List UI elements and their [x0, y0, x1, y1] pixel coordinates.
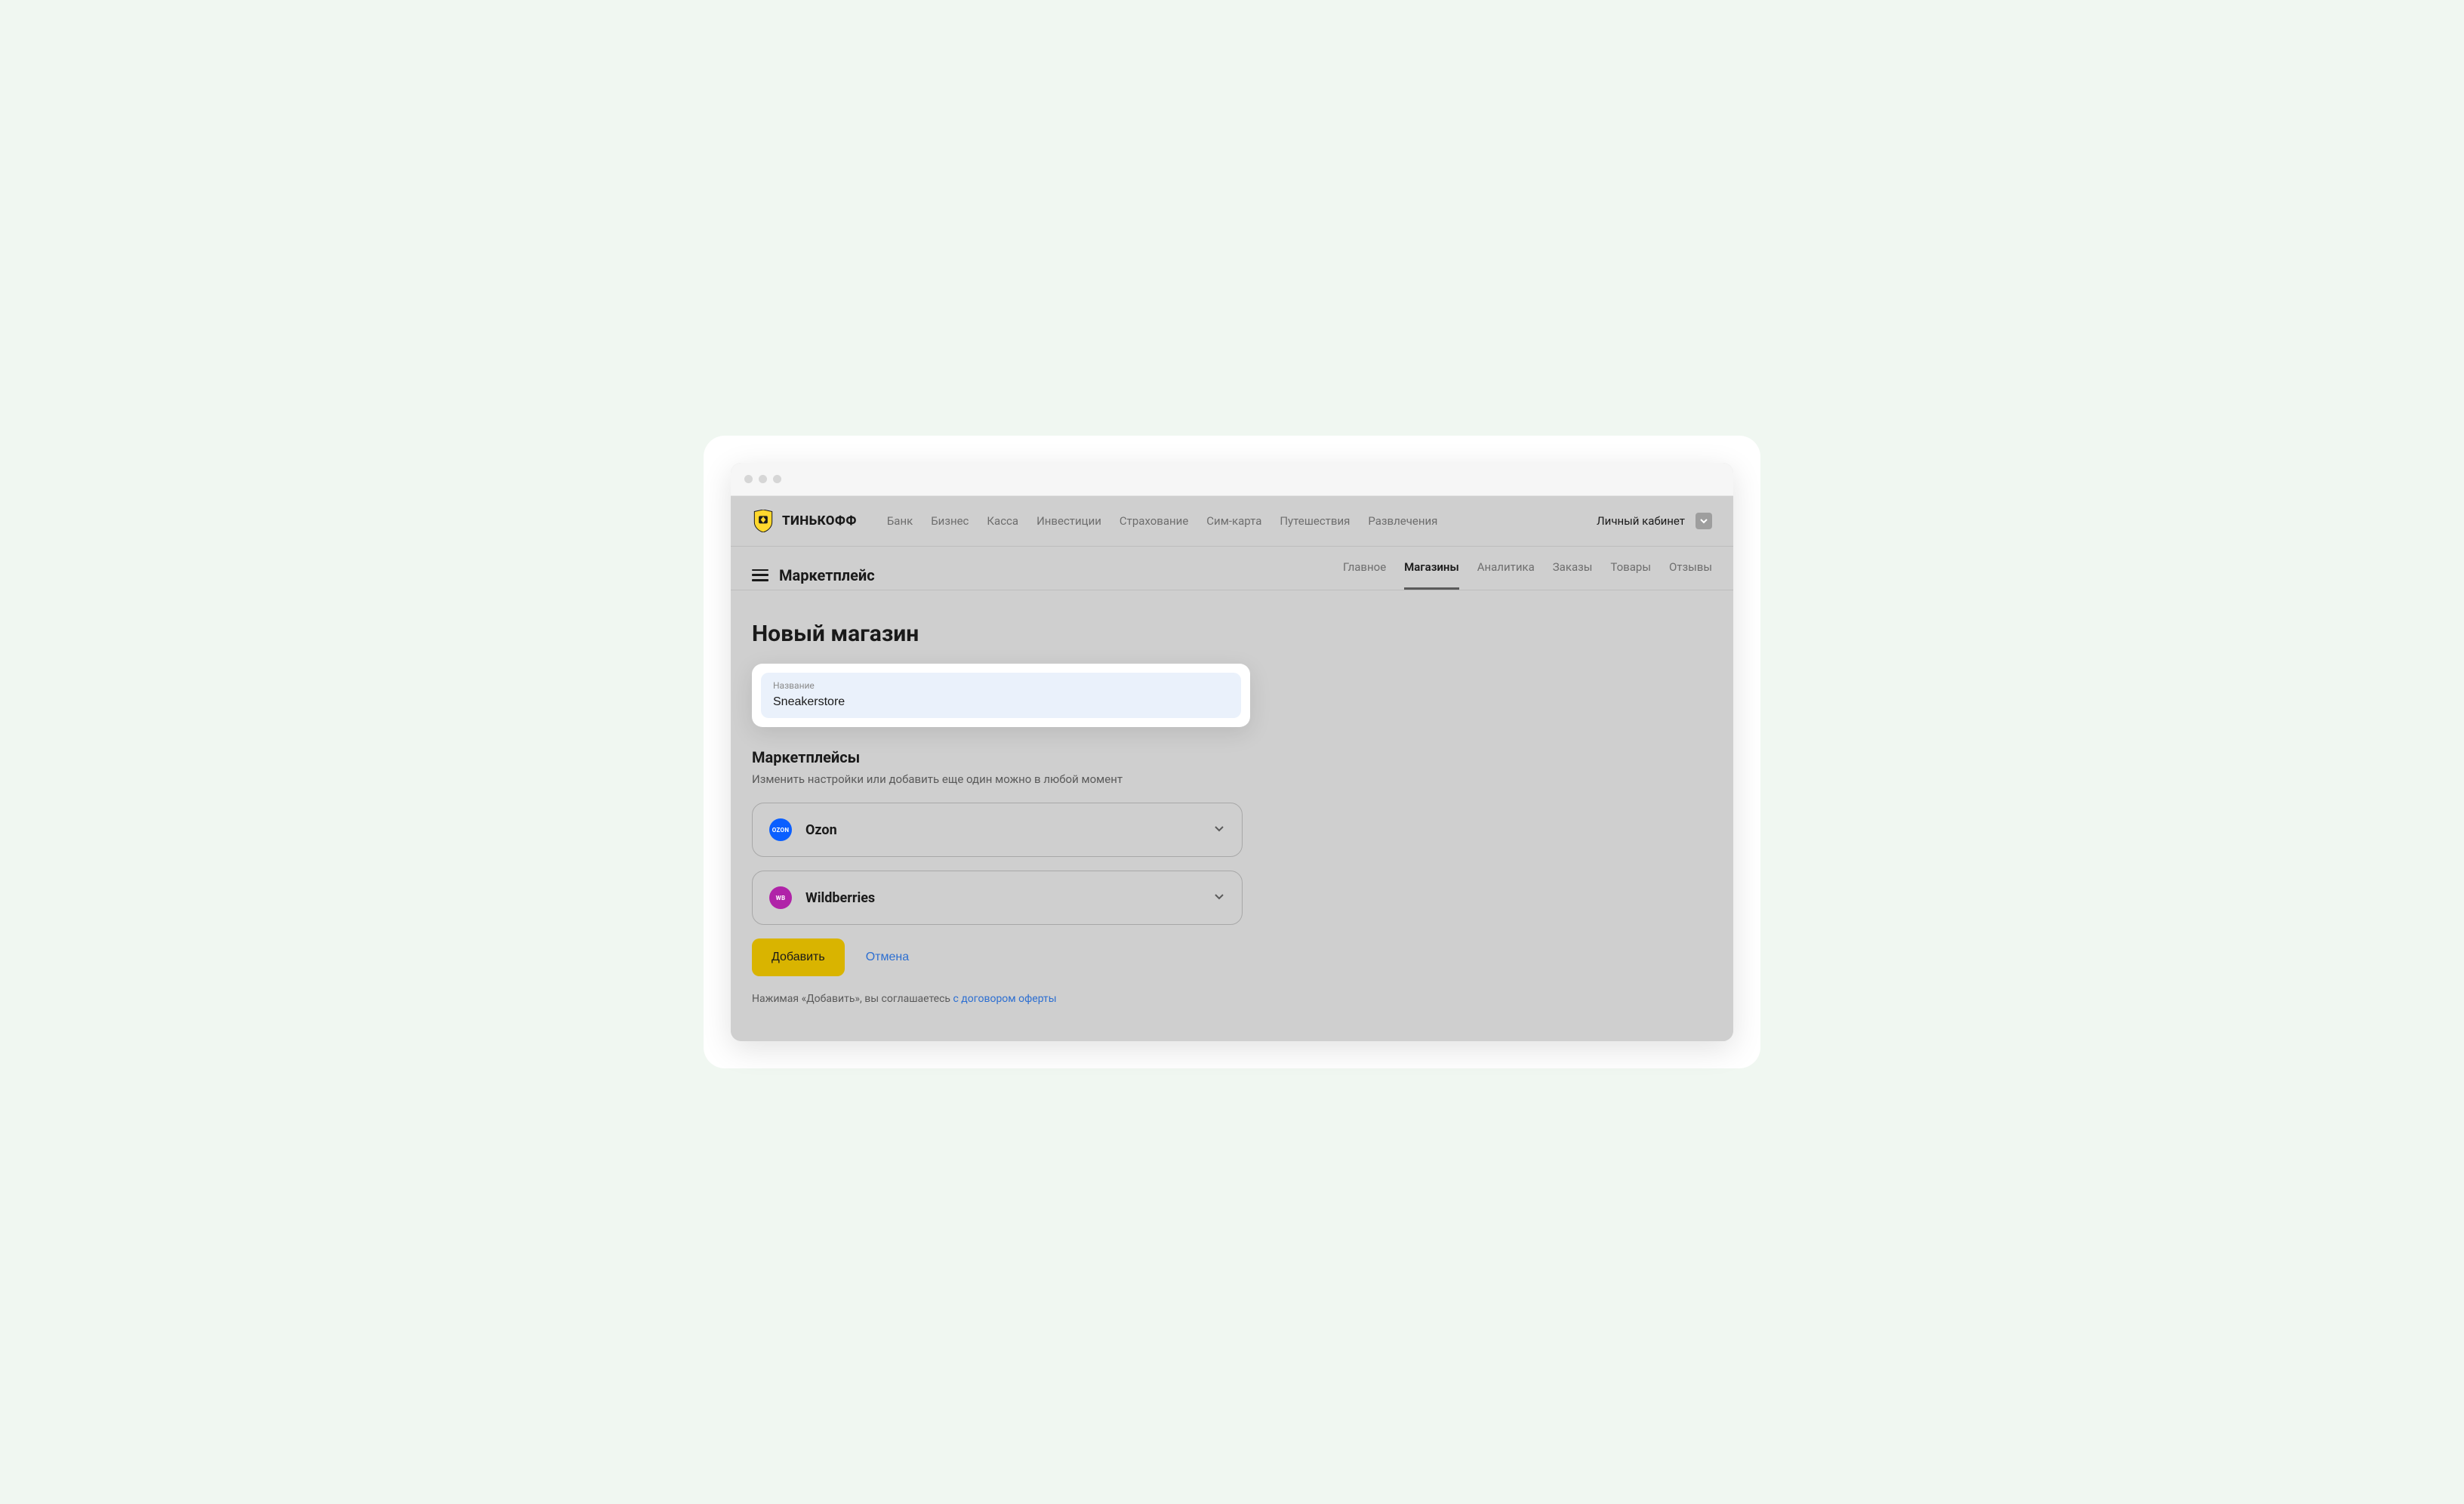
marketplace-name: Ozon: [805, 822, 837, 838]
section-nav: Главное Магазины Аналитика Заказы Товары…: [1343, 560, 1712, 590]
global-topbar: ТИНЬКОФФ Банк Бизнес Касса Инвестиции Ст…: [731, 496, 1733, 547]
page-title: Новый магазин: [752, 621, 1712, 647]
nav-bank[interactable]: Банк: [887, 514, 913, 528]
chevron-down-icon: [1213, 890, 1225, 905]
marketplace-ozon[interactable]: OZON Ozon: [752, 803, 1243, 857]
hamburger-icon[interactable]: [752, 569, 768, 581]
traffic-max-icon[interactable]: [773, 475, 781, 483]
topbar-right: Личный кабинет: [1597, 513, 1712, 529]
marketplace-name: Wildberries: [805, 890, 875, 906]
consent-prefix: Нажимая «Добавить», вы соглашаетесь: [752, 993, 953, 1005]
page-content: Новый магазин Название Маркетплейсы Изме…: [731, 590, 1733, 1041]
store-name-input[interactable]: [773, 695, 1229, 709]
store-name-card: Название: [752, 664, 1250, 727]
traffic-close-icon[interactable]: [744, 475, 753, 483]
store-name-label: Название: [773, 680, 1229, 691]
brand-logo[interactable]: ТИНЬКОФФ: [752, 510, 857, 532]
offer-agreement-link[interactable]: с договором оферты: [953, 993, 1057, 1005]
marketplace-wildberries[interactable]: WB Wildberries: [752, 871, 1243, 925]
section-title: Маркетплейс: [779, 566, 875, 584]
tab-stores[interactable]: Магазины: [1404, 560, 1459, 590]
actions-row: Добавить Отмена: [752, 938, 1712, 976]
account-link[interactable]: Личный кабинет: [1597, 514, 1685, 528]
tab-orders[interactable]: Заказы: [1553, 560, 1593, 590]
browser-titlebar: [731, 463, 1733, 496]
nav-travel[interactable]: Путешествия: [1280, 514, 1350, 528]
tab-main[interactable]: Главное: [1343, 560, 1386, 590]
consent-text: Нажимая «Добавить», вы соглашаетесь с до…: [752, 993, 1712, 1005]
brand-name: ТИНЬКОФФ: [782, 513, 857, 529]
store-name-field[interactable]: Название: [761, 673, 1241, 718]
nav-kassa[interactable]: Касса: [987, 514, 1018, 528]
nav-sim[interactable]: Сим-карта: [1206, 514, 1261, 528]
nav-entertain[interactable]: Развлечения: [1368, 514, 1437, 528]
account-dropdown-icon[interactable]: [1696, 513, 1712, 529]
nav-invest[interactable]: Инвестиции: [1036, 514, 1101, 528]
tab-analytics[interactable]: Аналитика: [1477, 560, 1535, 590]
marketplaces-sub: Изменить настройки или добавить еще один…: [752, 772, 1712, 786]
tab-products[interactable]: Товары: [1610, 560, 1651, 590]
chevron-down-icon: [1213, 822, 1225, 837]
ozon-logo-icon: OZON: [769, 818, 792, 841]
traffic-min-icon[interactable]: [759, 475, 767, 483]
shield-icon: [752, 510, 775, 532]
stage-frame: ТИНЬКОФФ Банк Бизнес Касса Инвестиции Ст…: [704, 436, 1760, 1068]
global-nav: Банк Бизнес Касса Инвестиции Страхование…: [887, 514, 1438, 528]
browser-window: ТИНЬКОФФ Банк Бизнес Касса Инвестиции Ст…: [731, 463, 1733, 1041]
marketplaces-heading: Маркетплейсы: [752, 748, 1712, 766]
cancel-button[interactable]: Отмена: [866, 951, 909, 964]
section-subbar: Маркетплейс Главное Магазины Аналитика З…: [731, 547, 1733, 590]
nav-business[interactable]: Бизнес: [931, 514, 969, 528]
wildberries-logo-icon: WB: [769, 886, 792, 909]
tab-reviews[interactable]: Отзывы: [1669, 560, 1712, 590]
add-button[interactable]: Добавить: [752, 938, 845, 976]
nav-insurance[interactable]: Страхование: [1120, 514, 1188, 528]
